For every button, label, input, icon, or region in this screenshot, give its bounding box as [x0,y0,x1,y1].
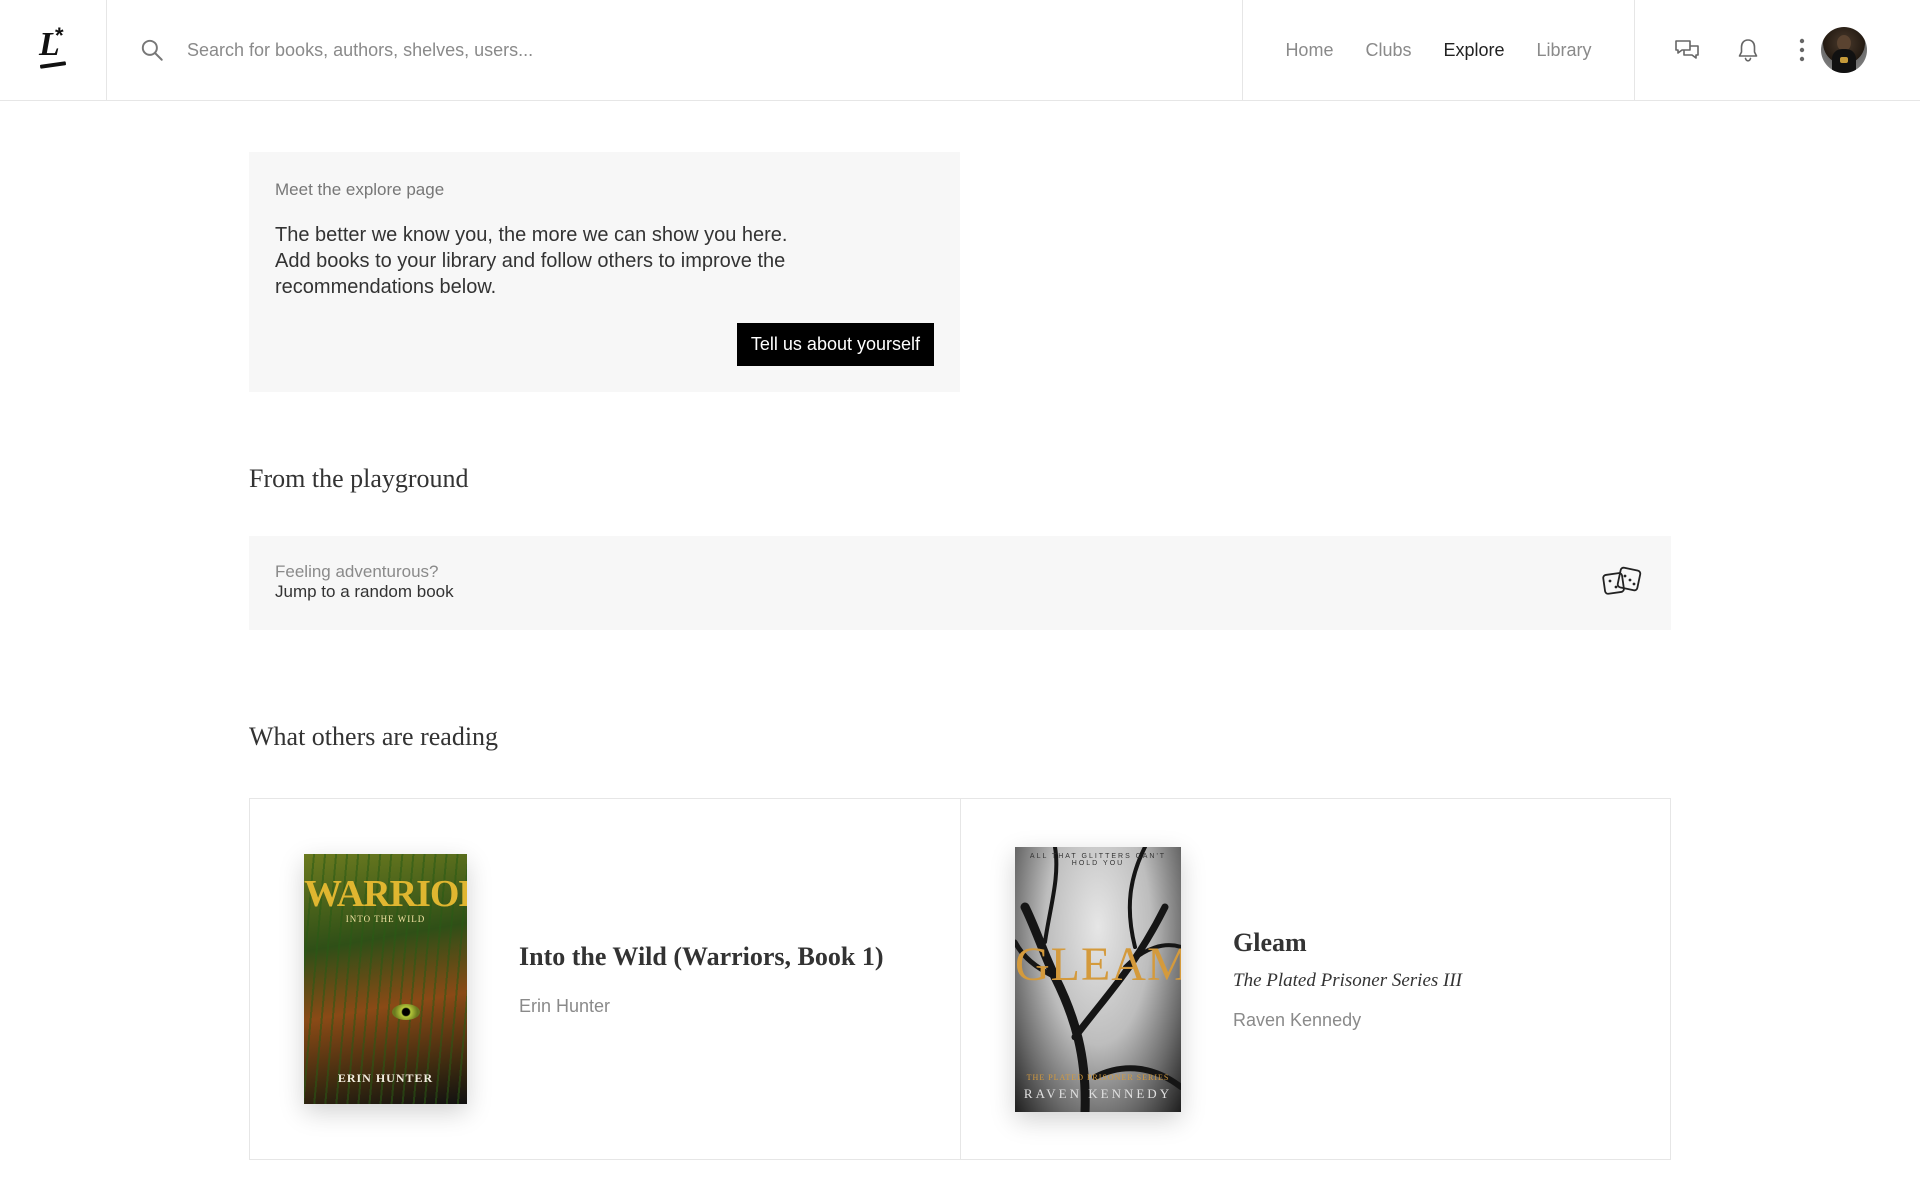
dice-icon [1602,566,1642,595]
random-book-label: Jump to a random book [275,582,454,601]
intro-eyebrow: Meet the explore page [275,180,445,199]
book-card[interactable]: ALL THAT GLITTERS CAN'T HOLD YOU GLEAM T… [960,799,1670,1159]
avatar[interactable] [1821,27,1867,73]
nav-explore[interactable]: Explore [1443,40,1504,61]
books-grid: WARRIORS INTO THE WILD ERIN HUNTER Into … [249,798,1671,1160]
search-input[interactable] [187,39,787,61]
nav-clubs[interactable]: Clubs [1365,40,1411,61]
search-icon [141,39,163,61]
nav-home[interactable]: Home [1285,40,1333,61]
book-title[interactable]: Gleam [1233,928,1462,958]
explore-content: Meet the explore page The better we know… [249,152,1671,1160]
top-header: L* Home Clubs Explore Library [0,0,1920,101]
book-title[interactable]: Into the Wild (Warriors, Book 1) [519,942,884,972]
book-author[interactable]: Erin Hunter [519,996,884,1017]
book-cover[interactable]: WARRIORS INTO THE WILD ERIN HUNTER [304,854,467,1104]
intro-card: Meet the explore page The better we know… [249,152,960,392]
header-actions [1635,0,1920,100]
book-info: Gleam The Plated Prisoner Series III Rav… [1233,928,1462,1031]
reading-heading: What others are reading [249,722,499,751]
logo-icon: L * [36,23,70,73]
random-book-card[interactable]: Feeling adventurous? Jump to a random bo… [249,536,1671,630]
book-author[interactable]: Raven Kennedy [1233,1010,1462,1031]
kebab-menu-icon[interactable] [1797,36,1807,64]
playground-heading: From the playground [249,464,469,493]
logo-link[interactable]: L * [0,0,107,100]
book-card[interactable]: WARRIORS INTO THE WILD ERIN HUNTER Into … [250,799,960,1159]
intro-body: The better we know you, the more we can … [275,224,788,298]
bell-icon[interactable] [1734,36,1762,64]
book-series[interactable]: The Plated Prisoner Series III [1233,970,1462,992]
nav-library[interactable]: Library [1537,40,1592,61]
search-bar [107,0,1243,100]
tell-us-about-yourself-button[interactable]: Tell us about yourself [736,323,934,366]
random-book-eyebrow: Feeling adventurous? [275,562,439,581]
book-info: Into the Wild (Warriors, Book 1) Erin Hu… [519,942,884,1017]
main-nav: Home Clubs Explore Library [1243,0,1635,100]
book-cover[interactable]: ALL THAT GLITTERS CAN'T HOLD YOU GLEAM T… [1015,846,1181,1112]
chat-icon[interactable] [1673,36,1701,64]
